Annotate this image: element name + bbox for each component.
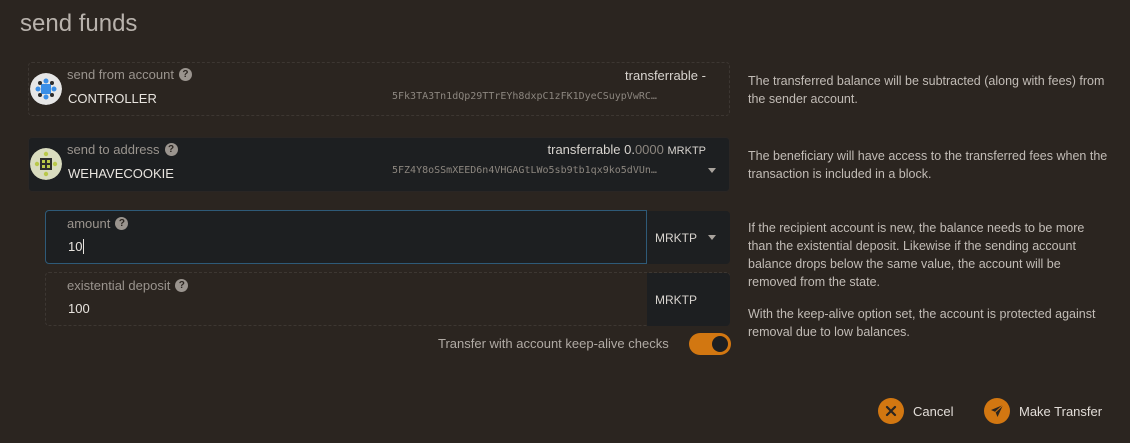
sender-identicon xyxy=(30,73,62,105)
recipient-account-name: WEHAVECOOKIE xyxy=(68,166,174,181)
page-title: send funds xyxy=(20,10,138,37)
sender-help-text: The transferred balance will be subtract… xyxy=(748,74,1105,106)
help-icon[interactable]: ? xyxy=(178,68,192,81)
close-icon xyxy=(878,398,904,424)
keepalive-help-text: With the keep-alive option set, the acco… xyxy=(748,307,1096,339)
make-transfer-button[interactable]: Make Transfer xyxy=(984,398,1102,424)
chevron-down-icon[interactable] xyxy=(708,168,716,173)
amount-input[interactable]: 10 xyxy=(68,239,85,254)
keepalive-label: Transfer with account keep-alive checks xyxy=(438,336,669,351)
sender-account-name: CONTROLLER xyxy=(68,91,157,106)
send-from-label: send from account ? xyxy=(67,67,192,82)
toggle-knob xyxy=(712,336,728,352)
deposit-value: 100 xyxy=(68,301,90,316)
recipient-help-text: The beneficiary will have access to the … xyxy=(748,149,1108,181)
keepalive-toggle[interactable] xyxy=(689,333,731,355)
amount-unit-select[interactable]: MRKTP xyxy=(647,211,730,264)
recipient-transferable: transferrable 0.0000 MRKTP xyxy=(547,142,707,157)
cancel-button[interactable]: Cancel xyxy=(878,398,953,424)
chevron-down-icon[interactable] xyxy=(708,235,716,240)
paper-plane-icon xyxy=(984,398,1010,424)
amount-label: amount ? xyxy=(67,216,129,231)
sender-address: 5Fk3TA3Tn1dQp29TTrEYh8dxpC1zFK1DyeCSuypV… xyxy=(392,91,657,102)
recipient-address: 5FZ4Y8oSSmXEED6n4VHGAGtLWo5sb9tb1qx9ko5d… xyxy=(392,165,657,176)
help-icon[interactable]: ? xyxy=(115,217,129,230)
help-icon[interactable]: ? xyxy=(164,143,178,156)
help-icon[interactable]: ? xyxy=(175,279,189,292)
amount-field[interactable] xyxy=(45,210,647,264)
amount-help-text: If the recipient account is new, the bal… xyxy=(748,221,1085,289)
recipient-identicon xyxy=(30,148,62,180)
sender-transferable: transferrable - xyxy=(625,68,706,83)
deposit-label: existential deposit ? xyxy=(67,278,189,293)
deposit-unit: MRKTP xyxy=(647,273,730,326)
send-to-label: send to address ? xyxy=(67,142,178,157)
